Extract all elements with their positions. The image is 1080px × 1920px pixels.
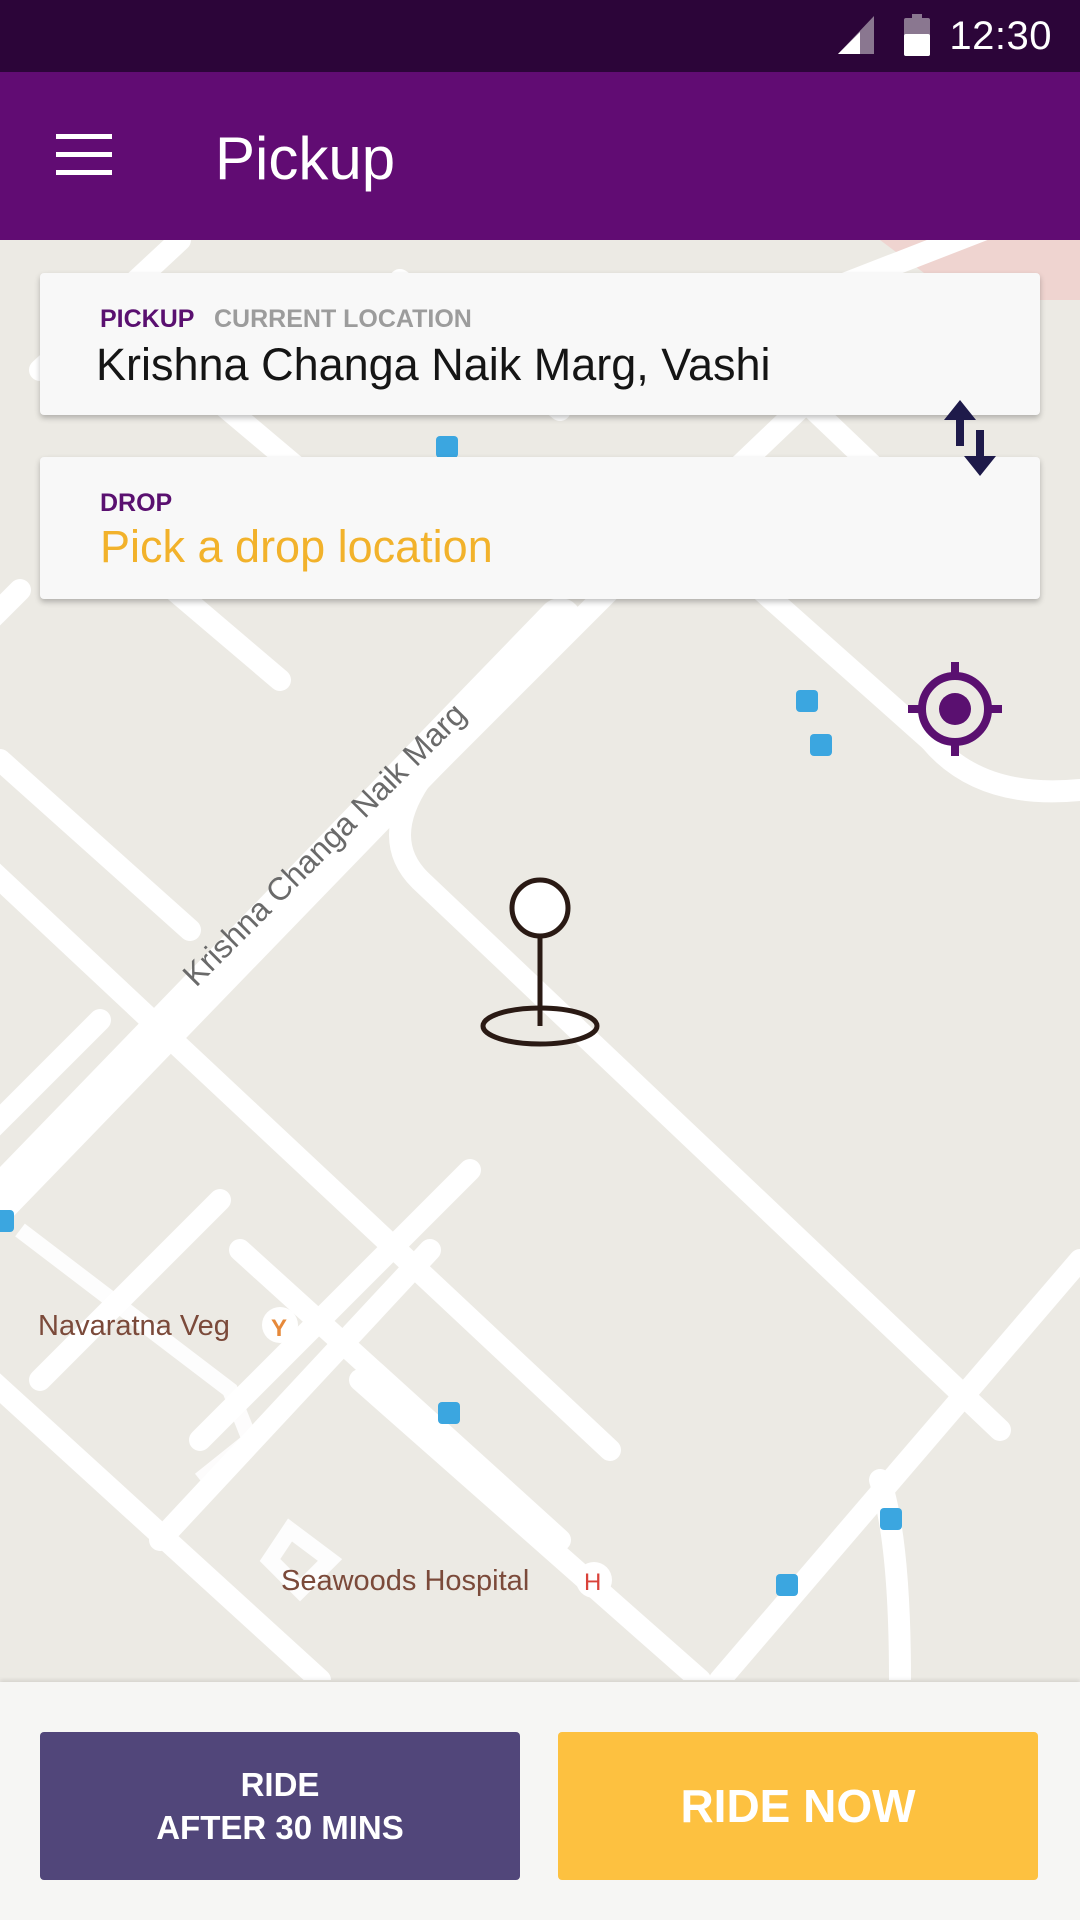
svg-text:H: H xyxy=(584,1569,601,1596)
signal-icon xyxy=(838,16,874,54)
page-title: Pickup xyxy=(215,125,396,192)
bottom-action-bar: RIDE AFTER 30 MINS RIDE NOW xyxy=(0,1682,1080,1920)
ride-now-button[interactable]: RIDE NOW xyxy=(558,1732,1038,1880)
map-pin-icon xyxy=(480,877,600,1047)
hospital-icon: H xyxy=(576,1562,612,1598)
pickup-card[interactable]: PICKUP CURRENT LOCATION Krishna Changa N… xyxy=(40,273,1040,415)
status-time: 12:30 xyxy=(949,14,1052,58)
status-bar: 12:30 xyxy=(0,0,1080,72)
ride-later-button[interactable]: RIDE AFTER 30 MINS xyxy=(40,1732,520,1880)
hamburger-menu-icon[interactable] xyxy=(56,134,112,175)
place-label-hospital[interactable]: Seawoods Hospital xyxy=(281,1565,529,1597)
battery-icon xyxy=(904,14,930,56)
drop-label: DROP xyxy=(100,489,173,517)
drop-card[interactable]: DROP Pick a drop location xyxy=(40,457,1040,599)
my-location-icon[interactable] xyxy=(908,662,1002,756)
swap-icon[interactable] xyxy=(940,400,1000,476)
pickup-label: PICKUP xyxy=(100,305,195,333)
app-bar: Pickup xyxy=(0,72,1080,240)
current-location-label: CURRENT LOCATION xyxy=(214,305,472,333)
drop-placeholder: Pick a drop location xyxy=(100,521,493,572)
pickup-address: Krishna Changa Naik Marg, Vashi xyxy=(96,339,771,390)
restaurant-icon: Y xyxy=(262,1307,298,1343)
place-label-restaurant[interactable]: Navaratna Veg xyxy=(38,1310,230,1342)
ride-later-line2: AFTER 30 MINS xyxy=(156,1809,404,1846)
svg-text:Y: Y xyxy=(271,1315,287,1342)
ride-later-line1: RIDE xyxy=(240,1766,320,1803)
